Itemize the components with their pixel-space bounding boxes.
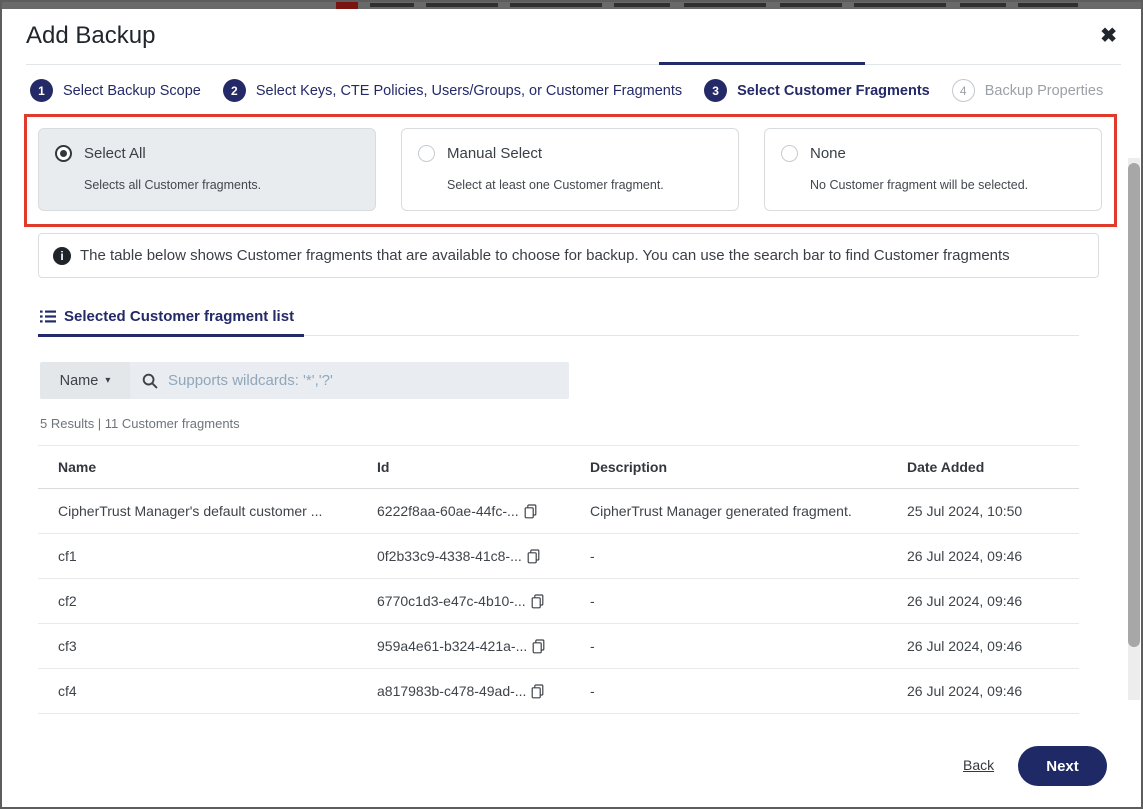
copy-icon[interactable] <box>524 504 537 519</box>
table-row: cf1 0f2b33c9-4338-41c8-... - 26 Jul 2024… <box>38 534 1079 579</box>
step-1-badge: 1 <box>30 79 53 102</box>
table-header-row: Name Id Description Date Added <box>38 445 1079 489</box>
search-input-wrapper <box>130 362 569 399</box>
cell-date-added: 26 Jul 2024, 09:46 <box>907 683 1099 699</box>
next-button[interactable]: Next <box>1018 746 1107 786</box>
step-1-label: Select Backup Scope <box>63 83 201 99</box>
option-title: Manual Select <box>447 145 542 162</box>
tab-label: Selected Customer fragment list <box>64 308 294 325</box>
step-select-keys[interactable]: 2 Select Keys, CTE Policies, Users/Group… <box>223 79 682 102</box>
search-icon <box>142 373 158 389</box>
step-4-label: Backup Properties <box>985 83 1103 99</box>
cell-description: - <box>590 548 907 564</box>
step-2-label: Select Keys, CTE Policies, Users/Groups,… <box>256 83 682 99</box>
cell-description: - <box>590 683 907 699</box>
search-field-dropdown[interactable]: Name ▾ <box>40 362 130 399</box>
cell-name: cf4 <box>58 683 377 699</box>
step-select-customer-fragments[interactable]: 3 Select Customer Fragments <box>704 79 930 102</box>
cell-id: 959a4e61-b324-421a-... <box>377 638 590 654</box>
active-step-progress-bar <box>659 62 865 65</box>
option-card-none[interactable]: None No Customer fragment will be select… <box>764 128 1102 211</box>
step-4-badge: 4 <box>952 79 975 102</box>
cell-date-added: 26 Jul 2024, 09:46 <box>907 593 1099 609</box>
copy-icon[interactable] <box>532 639 545 654</box>
wizard-stepper: 1 Select Backup Scope 2 Select Keys, CTE… <box>30 79 1103 102</box>
close-icon[interactable]: ✖ <box>1100 26 1117 46</box>
background-page-strip <box>2 2 1143 9</box>
step-3-label: Select Customer Fragments <box>737 83 930 99</box>
cell-id: 6222f8aa-60ae-44fc-... <box>377 503 590 519</box>
column-header-name: Name <box>58 459 377 475</box>
customer-fragments-table: Name Id Description Date Added CipherTru… <box>38 445 1079 714</box>
cell-id: 6770c1d3-e47c-4b10-... <box>377 593 590 609</box>
search-input[interactable] <box>168 372 557 389</box>
table-row: CipherTrust Manager's default customer .… <box>38 489 1079 534</box>
cell-name: cf2 <box>58 593 377 609</box>
tab-bar: Selected Customer fragment list <box>38 304 1079 336</box>
radio-select-all[interactable] <box>55 145 72 162</box>
cell-name: CipherTrust Manager's default customer .… <box>58 503 377 519</box>
table-row: cf3 959a4e61-b324-421a-... - 26 Jul 2024… <box>38 624 1079 669</box>
table-row: cf4 a817983b-c478-49ad-... - 26 Jul 2024… <box>38 669 1079 714</box>
step-backup-properties[interactable]: 4 Backup Properties <box>952 79 1103 102</box>
back-button[interactable]: Back <box>963 757 994 773</box>
cell-description: CipherTrust Manager generated fragment. <box>590 503 907 519</box>
results-summary: 5 Results | 11 Customer fragments <box>40 416 240 431</box>
cell-description: - <box>590 638 907 654</box>
search-field-value: Name <box>60 373 99 389</box>
tab-selected-customer-fragment-list[interactable]: Selected Customer fragment list <box>40 308 294 325</box>
cell-id: 0f2b33c9-4338-41c8-... <box>377 548 590 564</box>
page-title: Add Backup <box>26 22 155 50</box>
copy-icon[interactable] <box>527 549 540 564</box>
id-text: 0f2b33c9-4338-41c8-... <box>377 548 522 564</box>
scrollbar-thumb[interactable] <box>1128 163 1140 647</box>
step-select-backup-scope[interactable]: 1 Select Backup Scope <box>30 79 201 102</box>
id-text: 959a4e61-b324-421a-... <box>377 638 527 654</box>
chevron-down-icon: ▾ <box>105 375 110 386</box>
column-header-date-added: Date Added <box>907 459 1099 475</box>
header-divider <box>26 64 1121 65</box>
option-title: Select All <box>84 145 146 162</box>
scope-options: Select All Selects all Customer fragment… <box>38 128 1102 211</box>
option-card-select-all[interactable]: Select All Selects all Customer fragment… <box>38 128 376 211</box>
option-description: Select at least one Customer fragment. <box>447 178 664 192</box>
info-banner: i The table below shows Customer fragmen… <box>38 233 1099 278</box>
option-description: No Customer fragment will be selected. <box>810 178 1028 192</box>
search-bar: Name ▾ <box>40 362 569 399</box>
info-banner-text: The table below shows Customer fragments… <box>80 247 1010 264</box>
cell-id: a817983b-c478-49ad-... <box>377 683 590 699</box>
option-card-manual-select[interactable]: Manual Select Select at least one Custom… <box>401 128 739 211</box>
step-3-badge: 3 <box>704 79 727 102</box>
step-2-badge: 2 <box>223 79 246 102</box>
active-tab-underline <box>38 334 304 337</box>
table-row: cf2 6770c1d3-e47c-4b10-... - 26 Jul 2024… <box>38 579 1079 624</box>
id-text: a817983b-c478-49ad-... <box>377 683 526 699</box>
cell-date-added: 25 Jul 2024, 10:50 <box>907 503 1099 519</box>
cell-name: cf3 <box>58 638 377 654</box>
column-header-id: Id <box>377 459 590 475</box>
cell-name: cf1 <box>58 548 377 564</box>
cell-date-added: 26 Jul 2024, 09:46 <box>907 548 1099 564</box>
id-text: 6222f8aa-60ae-44fc-... <box>377 503 519 519</box>
list-icon <box>40 310 56 323</box>
info-icon: i <box>53 247 71 265</box>
option-description: Selects all Customer fragments. <box>84 178 261 192</box>
id-text: 6770c1d3-e47c-4b10-... <box>377 593 526 609</box>
column-header-description: Description <box>590 459 907 475</box>
background-red-fragment <box>336 2 358 9</box>
radio-none[interactable] <box>781 145 798 162</box>
option-title: None <box>810 145 846 162</box>
copy-icon[interactable] <box>531 684 544 699</box>
cell-date-added: 26 Jul 2024, 09:46 <box>907 638 1099 654</box>
add-backup-modal: Add Backup ✖ 1 Select Backup Scope 2 Sel… <box>0 0 1143 809</box>
copy-icon[interactable] <box>531 594 544 609</box>
cell-description: - <box>590 593 907 609</box>
radio-manual-select[interactable] <box>418 145 435 162</box>
